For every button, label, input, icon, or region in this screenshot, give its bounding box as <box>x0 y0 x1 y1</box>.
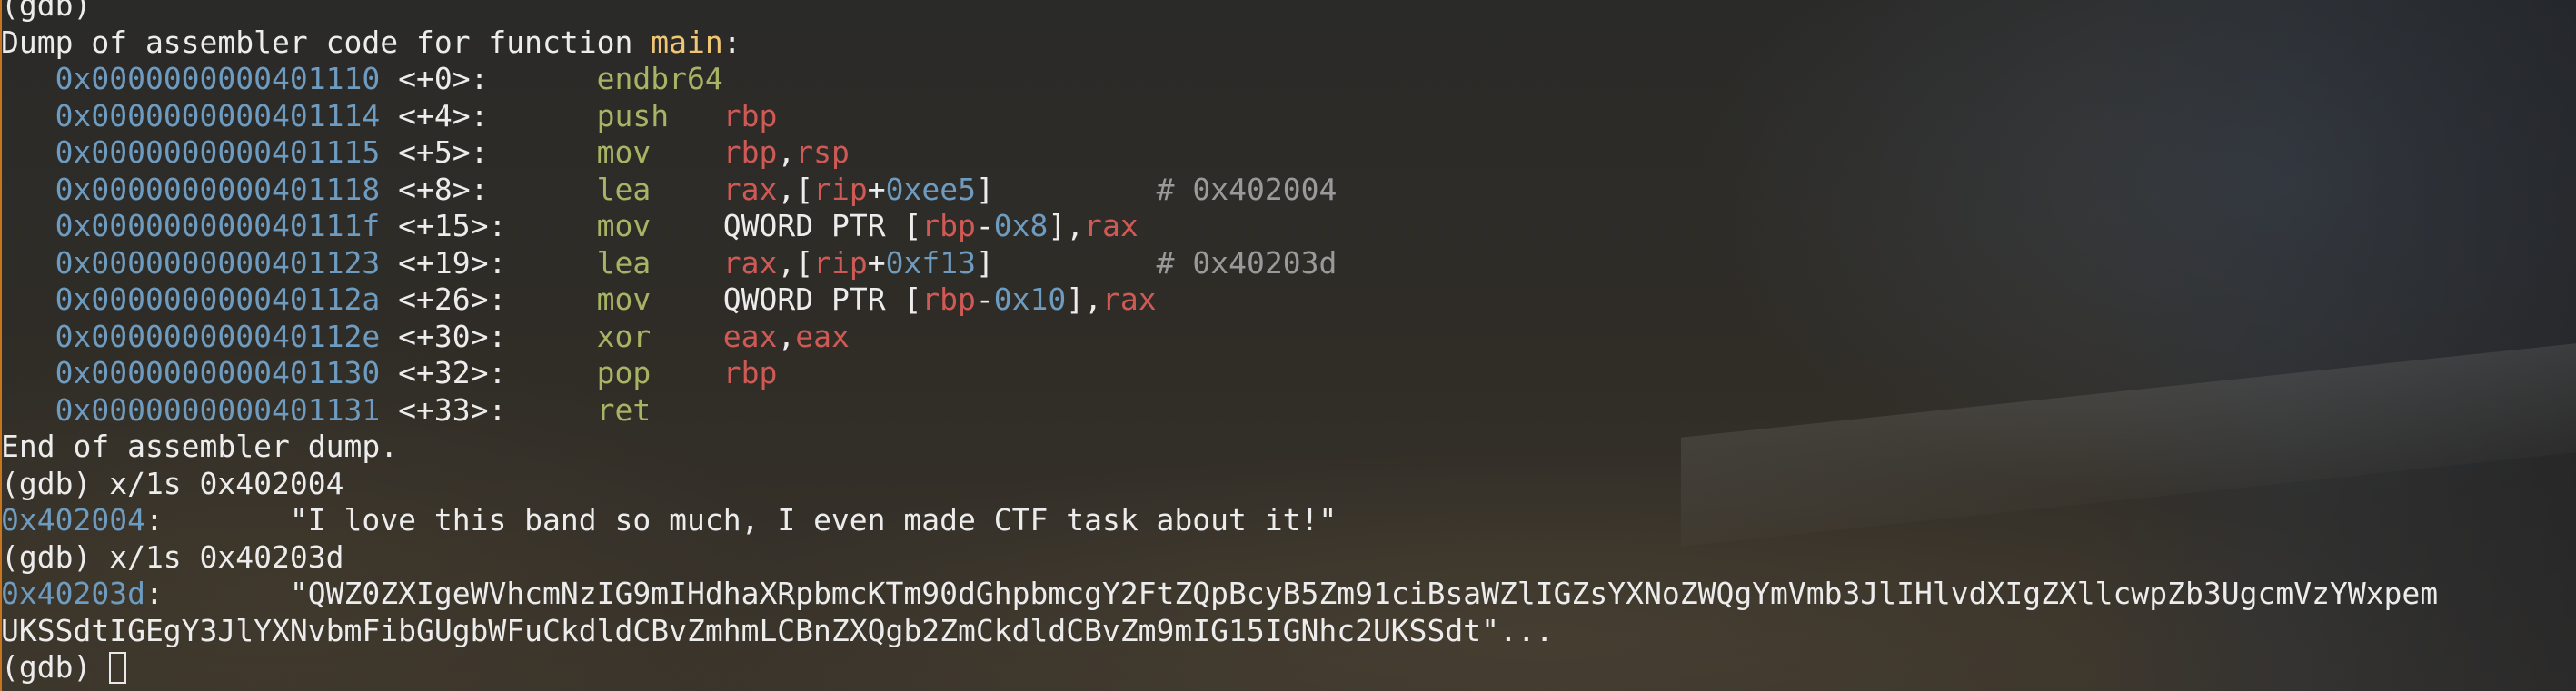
register: rbp <box>921 208 976 243</box>
instruction-mnemonic: lea <box>596 244 651 281</box>
instruction-mnemonic: push <box>596 97 670 133</box>
register: rbp <box>722 97 778 133</box>
instruction-address: 0x000000000040112e <box>55 318 381 354</box>
instruction-mnemonic: lea <box>596 171 651 207</box>
operand-text: ,[ <box>777 244 814 281</box>
operand-text: + <box>867 244 886 281</box>
string-value: "I love this band so much, I even made C… <box>289 502 1338 538</box>
instruction-offset: <+30>: <box>398 318 507 354</box>
instruction-address: 0x0000000000401115 <box>55 134 381 170</box>
operand-text: ], <box>1066 281 1103 317</box>
operand-text: ,[ <box>777 171 814 207</box>
instruction-mnemonic: xor <box>596 318 651 354</box>
immediate-value: 0x8 <box>993 208 1049 243</box>
function-name: main <box>651 24 723 60</box>
instruction-offset: <+26>: <box>398 281 507 317</box>
instruction-address: 0x000000000040111f <box>55 208 381 243</box>
terminal-output: (gdb) Dump of assembler code for functio… <box>1 0 2438 686</box>
gdb-prompt: (gdb) <box>1 649 110 685</box>
instruction-mnemonic: endbr64 <box>596 61 723 96</box>
instruction-offset: <+8>: <box>398 171 489 207</box>
instruction-address: 0x0000000000401131 <box>55 391 381 428</box>
register: rip <box>813 171 868 207</box>
gdb-command: (gdb) x/1s 0x402004 <box>1 465 344 501</box>
instruction-address: 0x0000000000401110 <box>55 61 381 96</box>
terminal-cursor[interactable] <box>109 651 127 684</box>
operand-text: - <box>975 281 994 317</box>
instruction-offset: <+5>: <box>398 134 489 170</box>
instruction-address: 0x0000000000401118 <box>55 171 381 207</box>
operand-text: , <box>777 134 796 170</box>
instruction-offset: <+15>: <box>398 208 507 243</box>
operand-text: , <box>777 318 796 354</box>
immediate-value: 0xf13 <box>885 244 976 281</box>
instruction-offset: <+4>: <box>398 97 489 133</box>
immediate-value: 0x10 <box>993 281 1067 317</box>
address-comment: # 0x402004 <box>1156 171 1338 207</box>
register: eax <box>722 318 778 354</box>
immediate-value: 0xee5 <box>885 171 976 207</box>
register: rax <box>722 244 778 281</box>
operand-text: ] <box>975 171 994 207</box>
register: rbp <box>722 134 778 170</box>
instruction-address: 0x0000000000401130 <box>55 355 381 390</box>
instruction-address: 0x0000000000401123 <box>55 244 381 281</box>
operand-text: + <box>867 171 886 207</box>
instruction-mnemonic: mov <box>596 281 651 317</box>
register: rip <box>813 244 868 281</box>
string-address: 0x402004 <box>1 502 145 538</box>
register: rax <box>722 171 778 207</box>
dump-footer: End of assembler dump. <box>1 429 399 464</box>
register: rbp <box>722 355 778 390</box>
register: rax <box>1102 281 1157 317</box>
instruction-address: 0x000000000040112a <box>55 281 381 317</box>
register: rsp <box>795 134 850 170</box>
gdb-command: (gdb) x/1s 0x40203d <box>1 538 344 575</box>
operand-text: QWORD PTR [ <box>722 281 922 317</box>
operand-text: ], <box>1048 208 1085 243</box>
dump-header-text: Dump of assembler code for function <box>1 24 651 60</box>
register: eax <box>795 318 850 354</box>
register: rax <box>1084 208 1139 243</box>
instruction-address: 0x0000000000401114 <box>55 97 381 133</box>
instruction-offset: <+33>: <box>398 391 507 428</box>
operand-text: - <box>975 208 994 243</box>
gdb-terminal[interactable]: (gdb) Dump of assembler code for functio… <box>0 0 2576 691</box>
operand-text: ] <box>975 244 994 281</box>
string-value: "QWZ0ZXIgeWVhcmNzIG9mIHdhaXRpbmcKTm90dGh… <box>289 576 2439 611</box>
instruction-mnemonic: ret <box>596 391 651 428</box>
previous-prompt-line: (gdb) <box>1 0 92 23</box>
string-value-continuation: UKSSdtIGEgY3JlYXNvbmFibGUgbWFuCkdldCBvZm… <box>1 612 1554 648</box>
instruction-mnemonic: pop <box>596 355 651 390</box>
operand-text: QWORD PTR [ <box>722 208 922 243</box>
instruction-mnemonic: mov <box>596 208 651 243</box>
instruction-mnemonic: mov <box>596 134 651 170</box>
address-comment: # 0x40203d <box>1156 244 1338 281</box>
instruction-offset: <+19>: <box>398 244 507 281</box>
instruction-offset: <+0>: <box>398 61 489 96</box>
register: rbp <box>921 281 976 317</box>
string-address: 0x40203d <box>1 576 145 611</box>
instruction-offset: <+32>: <box>398 355 507 390</box>
dump-header-colon: : <box>722 24 741 60</box>
